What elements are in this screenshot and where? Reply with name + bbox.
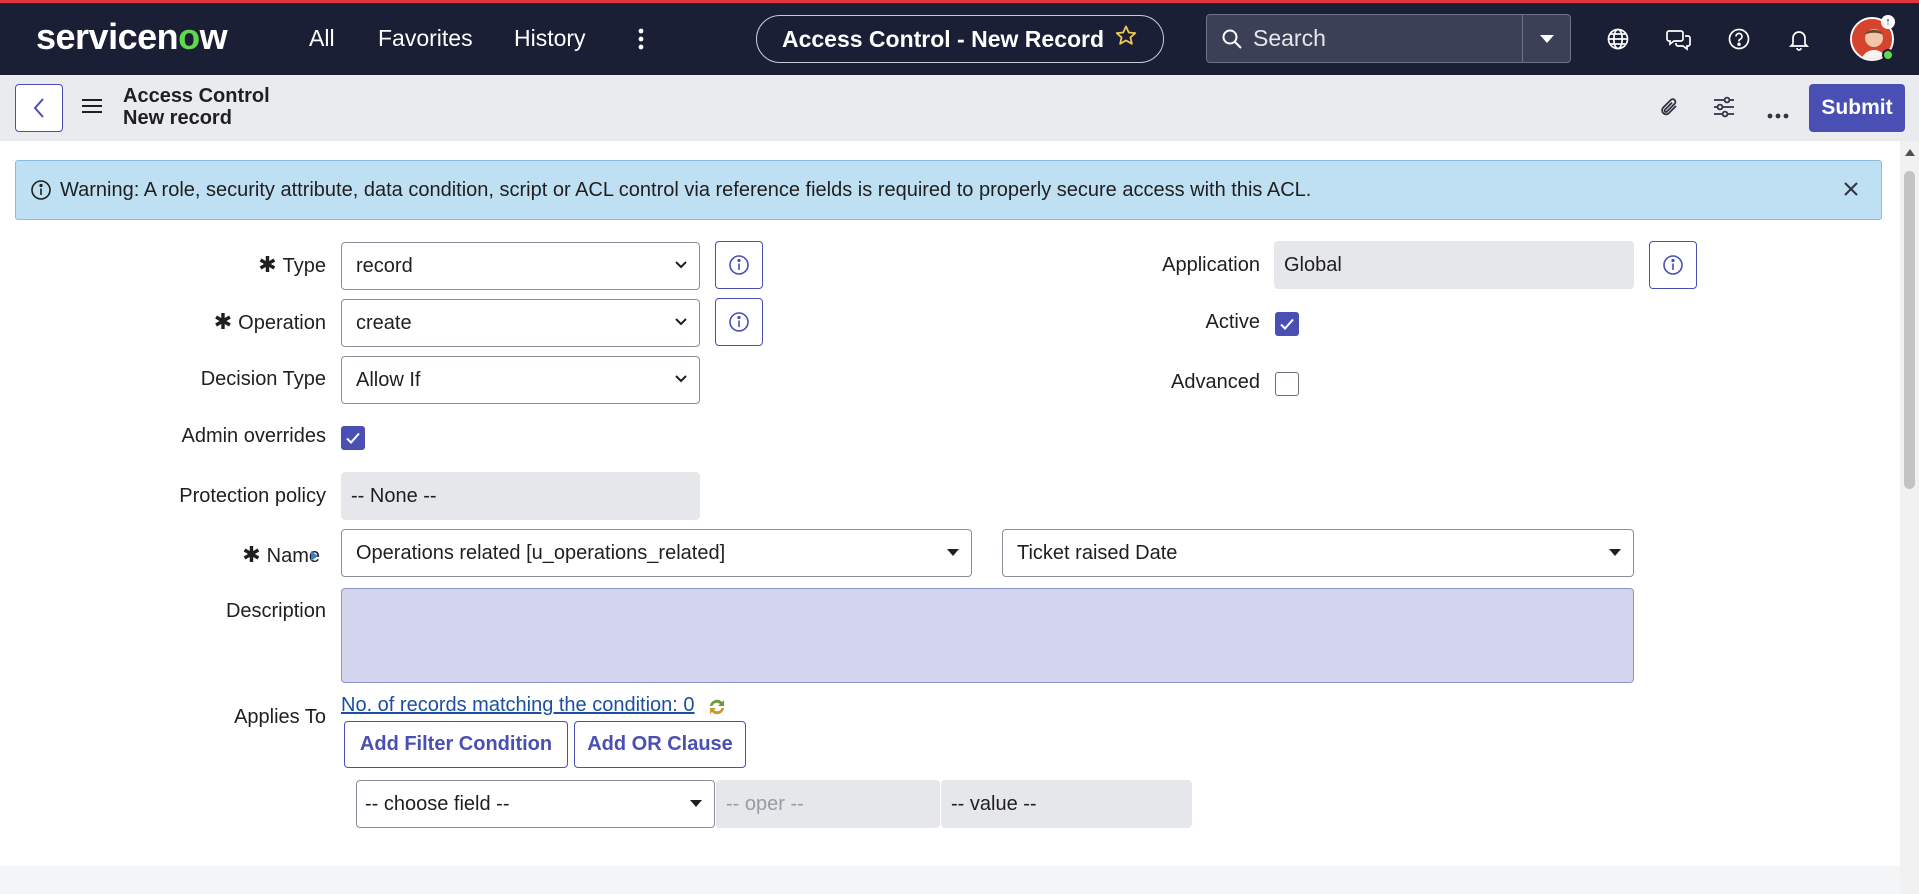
avatar-upload-badge-icon: ↑ (1881, 15, 1895, 29)
favorite-star-icon[interactable] (1114, 24, 1138, 54)
caret-down-icon (947, 549, 959, 556)
name-expand-triangle-icon[interactable] (310, 549, 319, 567)
required-asterisk-icon: ✱ (213, 309, 233, 334)
refresh-count-icon[interactable] (706, 696, 728, 723)
record-title-pill: Access Control - New Record (756, 15, 1164, 63)
form-title-table: Access Control (123, 85, 270, 107)
active-checkbox[interactable] (1275, 312, 1299, 336)
search-input[interactable] (1253, 25, 1523, 52)
back-button[interactable] (15, 84, 63, 132)
nav-all[interactable]: All (309, 25, 335, 52)
form-footer-strip (0, 866, 1900, 894)
required-asterisk-icon: ✱ (242, 542, 261, 567)
form-header-bar: Access Control New record Submit (0, 75, 1919, 141)
global-search[interactable] (1206, 14, 1571, 63)
name-field-select[interactable]: Ticket raised Date (1002, 529, 1634, 577)
nav-history[interactable]: History (514, 25, 586, 52)
caret-down-icon (1609, 549, 1621, 556)
hamburger-menu-icon[interactable] (82, 98, 102, 119)
help-icon[interactable] (1724, 24, 1754, 54)
info-icon (729, 312, 749, 332)
chevron-down-icon (675, 375, 687, 383)
more-options-icon[interactable] (1767, 106, 1789, 124)
decision-type-select[interactable]: Allow If (341, 356, 700, 404)
operation-label: ✱ Operation (213, 309, 326, 334)
description-label: Description (225, 600, 326, 622)
application-info-button[interactable] (1649, 241, 1697, 289)
type-info-button[interactable] (715, 241, 763, 289)
caret-down-icon (690, 800, 702, 807)
applies-to-label: Applies To (234, 706, 326, 728)
chevron-left-icon (33, 98, 44, 118)
description-textarea[interactable] (341, 588, 1634, 683)
operator-select[interactable]: -- oper -- (716, 780, 940, 828)
info-icon (729, 255, 749, 275)
matching-records-link[interactable]: No. of records matching the condition: 0 (341, 694, 695, 717)
type-select[interactable]: record (341, 242, 700, 290)
info-icon (30, 179, 52, 201)
type-label: ✱ Type (258, 252, 326, 277)
advanced-checkbox[interactable] (1275, 372, 1299, 396)
add-or-clause-button[interactable]: Add OR Clause (574, 721, 746, 768)
scroll-up-arrow-icon (1905, 149, 1915, 156)
chevron-down-icon (675, 261, 687, 269)
attachment-paperclip-icon[interactable] (1658, 95, 1682, 126)
protection-policy-field: -- None -- (341, 472, 700, 520)
application-field: Global (1274, 241, 1634, 289)
close-icon[interactable] (1843, 181, 1859, 197)
personalize-sliders-icon[interactable] (1712, 96, 1736, 123)
choose-field-select[interactable]: -- choose field -- (356, 780, 715, 828)
warning-banner: Warning: A role, security attribute, dat… (15, 160, 1882, 220)
admin-overrides-checkbox[interactable] (341, 426, 365, 450)
form-title-record: New record (123, 107, 232, 129)
chat-icon[interactable] (1664, 24, 1694, 54)
required-asterisk-icon: ✱ (258, 252, 277, 277)
admin-overrides-label: Admin overrides (181, 425, 326, 447)
advanced-label: Advanced (1171, 371, 1260, 393)
online-status-icon (1882, 49, 1894, 61)
notifications-bell-icon[interactable] (1784, 24, 1814, 54)
form-title: Access Control New record (123, 85, 270, 129)
record-title: Access Control - New Record (781, 25, 1105, 52)
checkmark-icon (346, 432, 360, 444)
submit-button[interactable]: Submit (1809, 84, 1905, 132)
name-table-select[interactable]: Operations related [u_operations_related… (341, 529, 972, 577)
application-label: Application (1162, 254, 1260, 276)
servicenow-logo[interactable]: servicenow (36, 16, 228, 58)
info-icon (1663, 255, 1683, 275)
caret-down-icon (1539, 34, 1554, 43)
operation-info-button[interactable] (715, 298, 763, 346)
globe-icon[interactable] (1603, 24, 1633, 54)
add-filter-condition-button[interactable]: Add Filter Condition (344, 721, 568, 768)
nav-favorites[interactable]: Favorites (378, 25, 473, 52)
chevron-down-icon (675, 318, 687, 326)
operation-select[interactable]: create (341, 299, 700, 347)
search-scope-dropdown[interactable] (1522, 15, 1570, 62)
name-label: ✱ Name (242, 542, 320, 567)
active-label: Active (1205, 311, 1260, 333)
more-vertical-icon[interactable] (626, 24, 656, 54)
scrollbar-thumb[interactable] (1904, 171, 1915, 489)
checkmark-icon (1280, 318, 1294, 330)
decision-type-label: Decision Type (200, 368, 326, 390)
protection-policy-label: Protection policy (179, 485, 326, 507)
vertical-scrollbar[interactable] (1900, 141, 1919, 894)
value-field[interactable]: -- value -- (941, 780, 1192, 828)
search-icon (1221, 28, 1243, 50)
warning-text: Warning: A role, security attribute, dat… (60, 178, 1312, 201)
top-navigation-bar: servicenow All Favorites History Access … (0, 0, 1919, 75)
